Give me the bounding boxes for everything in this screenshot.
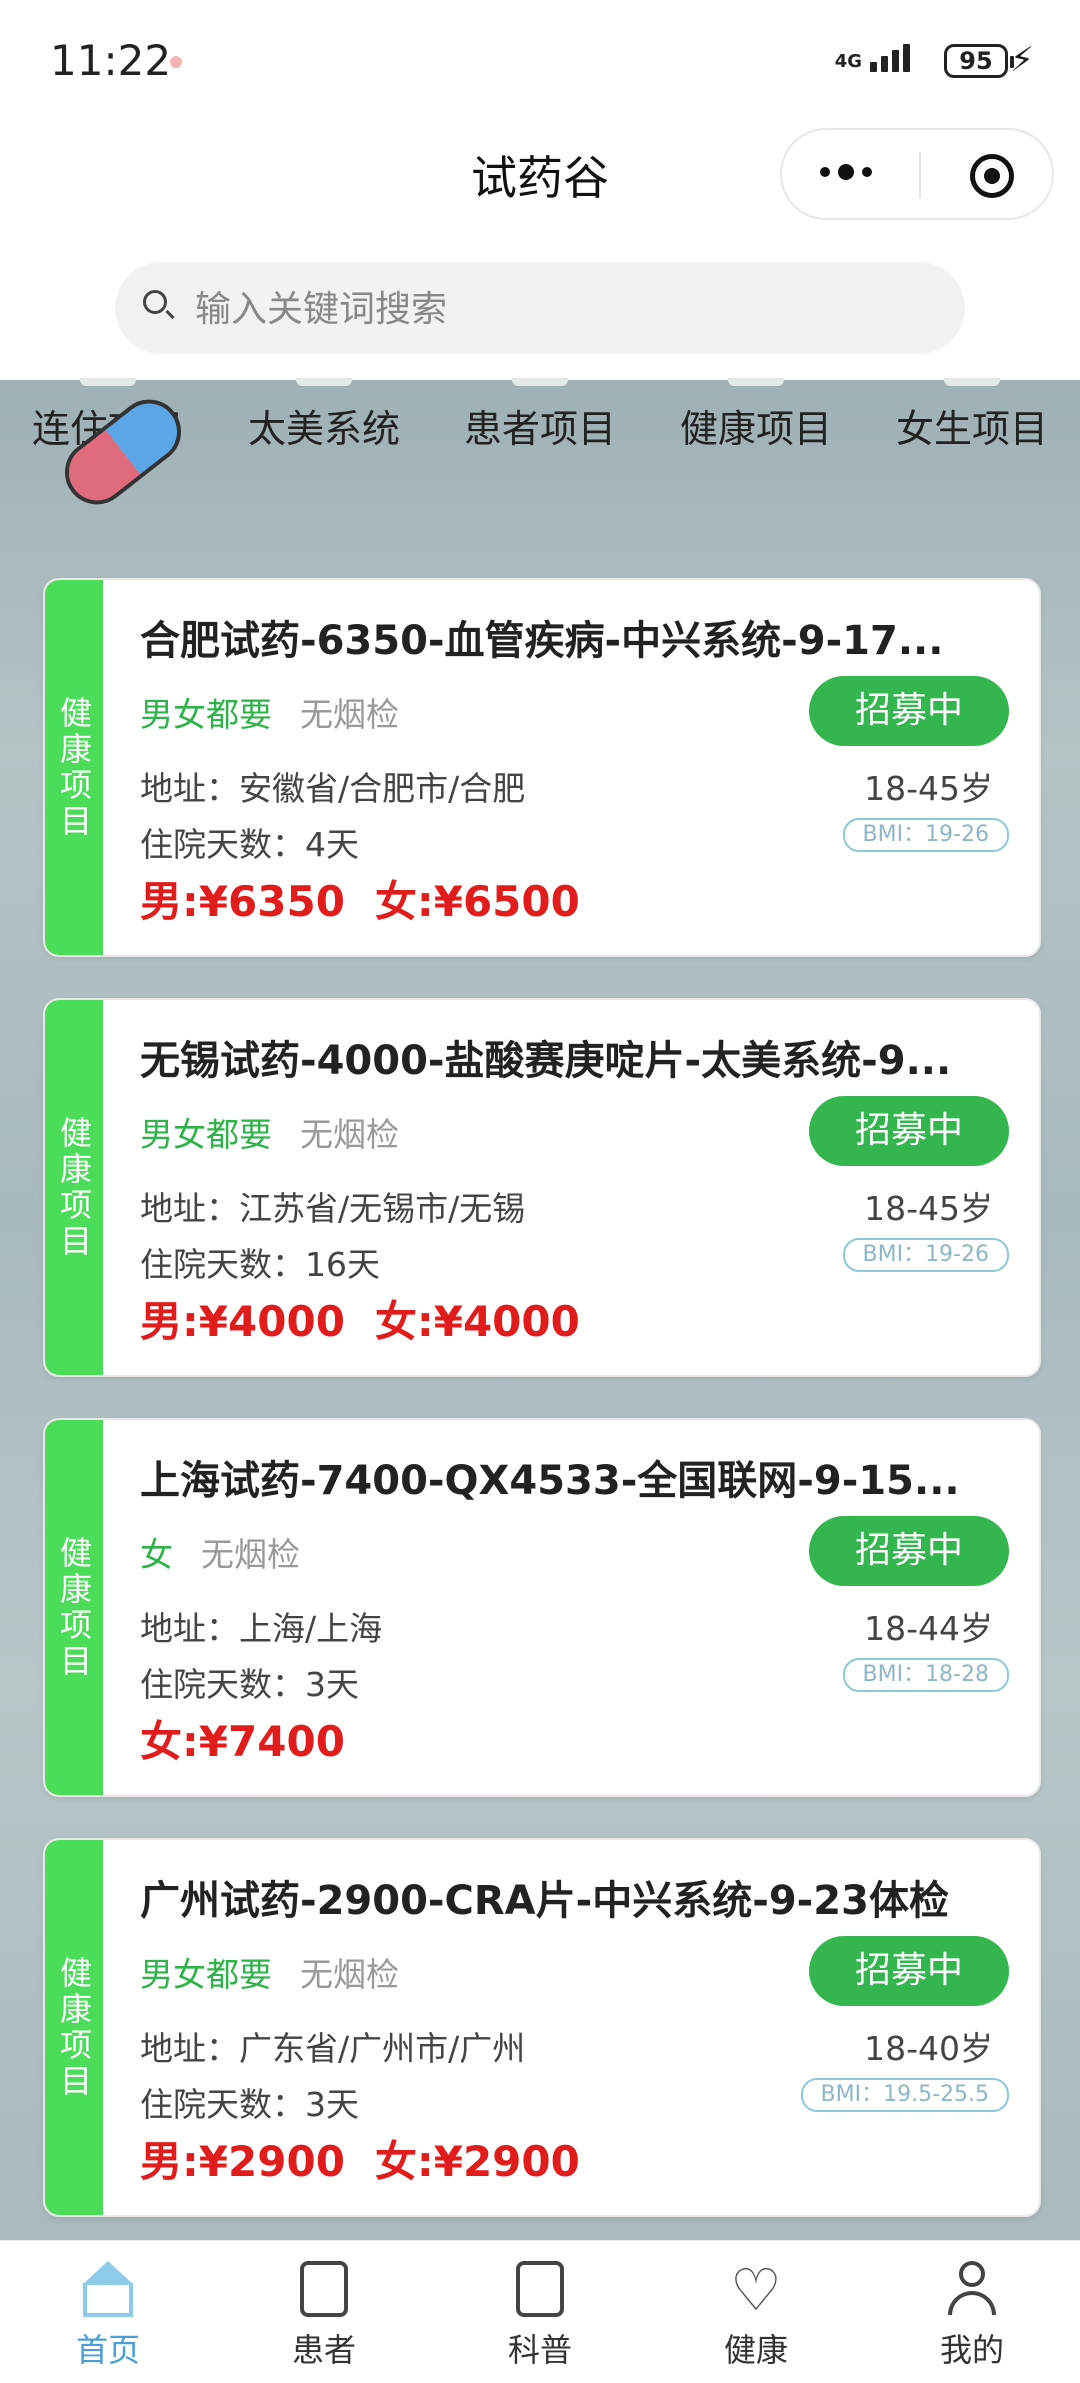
tab-mine[interactable]: 我的	[864, 2241, 1080, 2383]
recruiting-button[interactable]: 招募中	[809, 676, 1009, 746]
category-label: 女生项目	[895, 407, 1048, 451]
tab-label: 患者	[291, 2331, 356, 2369]
search-section	[0, 230, 1080, 380]
card-age: 18-40岁	[864, 2029, 993, 2068]
recording-dot-icon	[170, 56, 182, 68]
card-gender: 女无烟检	[140, 1535, 300, 1574]
card-address: 地址：广东省/广州市/广州	[140, 2029, 526, 2068]
close-target-icon[interactable]	[970, 154, 1014, 198]
tab-home[interactable]: 首页	[0, 2241, 216, 2383]
card-category-tag: 健康项目	[45, 580, 103, 955]
recruiting-button[interactable]: 招募中	[809, 1516, 1009, 1586]
card-gender: 男女都要 无烟检	[140, 1115, 399, 1154]
miniprogram-capsule	[780, 128, 1054, 220]
tab-label: 科普	[507, 2331, 572, 2369]
card-bmi-badge: BMI：18-28	[842, 1658, 1009, 1692]
card-title: 合肥试药-6350-血管疾病-中兴系统-9-17...	[140, 618, 944, 664]
heart-icon: ♡	[730, 2256, 782, 2324]
card-stay-days: 住院天数：3天	[140, 2085, 359, 2124]
charging-icon: ⚡	[1010, 40, 1034, 80]
network-type: 4G	[834, 51, 862, 72]
card-price: 男:¥6350 女:¥6500	[140, 877, 580, 926]
home-icon	[78, 2261, 138, 2321]
tab-health[interactable]: ♡ 健康	[648, 2241, 864, 2383]
category-item[interactable]: 患者项目	[463, 378, 616, 480]
card-address: 地址：江苏省/无锡市/无锡	[140, 1189, 526, 1228]
card-gender: 男女都要 无烟检	[140, 1955, 399, 1994]
category-label: 患者项目	[463, 407, 616, 451]
card-title: 广州试药-2900-CRA片-中兴系统-9-23体检	[140, 1878, 949, 1924]
card-title: 上海试药-7400-QX4533-全国联网-9-15...	[140, 1458, 960, 1504]
category-item[interactable]: 女生项目	[895, 378, 1048, 480]
search-icon	[143, 290, 167, 314]
card-bmi-badge: BMI：19-26	[842, 818, 1009, 852]
card-smoke-check: 无烟检	[300, 1955, 399, 1994]
bottom-tab-bar: 首页 患者 科普 ♡ 健康 我的	[0, 2240, 1080, 2383]
card-stay-days: 住院天数：4天	[140, 825, 359, 864]
card-category-tag: 健康项目	[45, 1840, 103, 2215]
card-stay-days: 住院天数：3天	[140, 1665, 359, 1704]
card-smoke-check: 无烟检	[300, 695, 399, 734]
trial-card[interactable]: 健康项目 无锡试药-4000-盐酸赛庚啶片-太美系统-9... 男女都要 无烟检 …	[43, 998, 1041, 1377]
card-category-tag: 健康项目	[45, 1420, 103, 1795]
tab-label: 我的	[939, 2331, 1004, 2369]
card-price: 女:¥7400	[140, 1717, 345, 1766]
article-icon	[510, 2261, 570, 2321]
category-item[interactable]: 健康项目	[679, 378, 832, 480]
nav-header: 试药谷	[0, 120, 1080, 230]
card-address: 地址：上海/上海	[140, 1609, 383, 1648]
user-icon	[942, 2261, 1002, 2321]
card-smoke-check: 无烟检	[300, 1115, 399, 1154]
tab-patients[interactable]: 患者	[216, 2241, 432, 2383]
search-input[interactable]	[193, 262, 937, 356]
card-price: 男:¥4000 女:¥4000	[140, 1297, 580, 1346]
category-label: 太美系统	[247, 407, 400, 451]
more-icon[interactable]	[820, 164, 872, 180]
battery-icon: 95	[944, 44, 1014, 78]
card-age: 18-44岁	[864, 1609, 993, 1648]
card-price: 男:¥2900 女:¥2900	[140, 2137, 580, 2186]
trial-card[interactable]: 健康项目 合肥试药-6350-血管疾病-中兴系统-9-17... 男女都要 无烟检…	[43, 578, 1041, 957]
status-time: 11:22	[50, 36, 172, 85]
recruiting-button[interactable]: 招募中	[809, 1096, 1009, 1166]
card-age: 18-45岁	[864, 1189, 993, 1228]
tab-label: 首页	[75, 2331, 140, 2369]
recruiting-button[interactable]: 招募中	[809, 1936, 1009, 2006]
card-category-tag: 健康项目	[45, 1000, 103, 1375]
tab-label: 健康	[723, 2331, 788, 2369]
trial-card[interactable]: 健康项目 上海试药-7400-QX4533-全国联网-9-15... 女无烟检 …	[43, 1418, 1041, 1797]
status-bar: 11:22 4G 95 ⚡	[0, 0, 1080, 120]
card-smoke-check: 无烟检	[201, 1535, 300, 1574]
card-stay-days: 住院天数：16天	[140, 1245, 380, 1284]
category-label: 健康项目	[679, 407, 832, 451]
tab-science[interactable]: 科普	[432, 2241, 648, 2383]
card-address: 地址：安徽省/合肥市/合肥	[140, 769, 526, 808]
search-bar[interactable]	[115, 262, 965, 356]
card-bmi-badge: BMI：19-26	[842, 1238, 1009, 1272]
patient-icon	[294, 2261, 354, 2321]
signal-icon: 4G	[835, 44, 910, 72]
card-title: 无锡试药-4000-盐酸赛庚啶片-太美系统-9...	[140, 1038, 952, 1084]
card-bmi-badge: BMI：19.5-25.5	[800, 2078, 1009, 2112]
card-age: 18-45岁	[864, 769, 993, 808]
category-item[interactable]: 太美系统	[247, 378, 400, 480]
capsule-divider	[919, 152, 921, 198]
trial-card[interactable]: 健康项目 广州试药-2900-CRA片-中兴系统-9-23体检 男女都要 无烟检 …	[43, 1838, 1041, 2217]
card-gender: 男女都要 无烟检	[140, 695, 399, 734]
